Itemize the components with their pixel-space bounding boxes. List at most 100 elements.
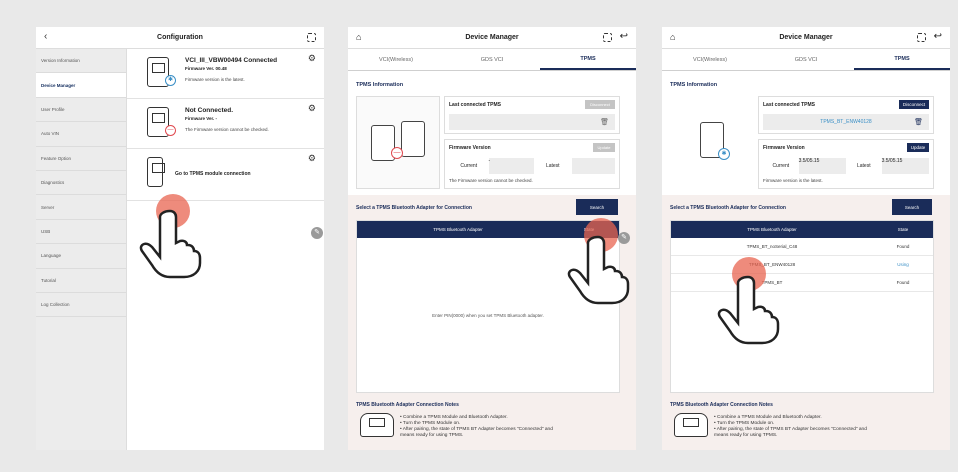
tpms-device-image: — [356,96,440,189]
adapter-state: Using [897,262,909,267]
disconnect-button[interactable]: Disconnect [899,100,929,109]
sidebar-item-server[interactable]: Server [36,195,126,220]
adapter-section: Select a TPMS Bluetooth Adapter for Conn… [662,195,950,450]
search-button[interactable]: Search [576,199,618,215]
tab-bar: VCI(Wireless) GDS VCI TPMS [662,49,950,71]
vci-device-card[interactable]: ✱ VCI_III_VBW00494 Connected Firmware Ve… [127,49,324,99]
bluetooth-icon: ✱ [165,75,176,86]
col-adapter: TPMS Bluetooth Adapter [433,227,483,232]
select-adapter-label: Select a TPMS Bluetooth Adapter for Conn… [670,205,786,211]
trash-icon[interactable]: 🗑 [914,118,923,126]
select-adapter-label: Select a TPMS Bluetooth Adapter for Conn… [356,205,472,211]
latest-value: 3.5/05.15 [881,158,929,174]
tpms-status-title: Not Connected. [185,107,234,114]
current-label: Current [460,163,478,169]
page-title: Device Manager [779,34,833,41]
sidebar-item-tutorial[interactable]: Tutorial [36,269,126,293]
disconnect-button[interactable]: Disconnect [585,100,615,109]
last-connected-label: Last connected TPMS [763,102,815,108]
current-label: Current [772,163,790,169]
latest-label: Latest [545,163,560,169]
vci-name: VCI_III_VBW00494 Connected [185,57,278,64]
sidebar-item-user-profile[interactable]: User Profile [36,98,126,123]
notes-title: TPMS Bluetooth Adapter Connection Notes [356,402,459,408]
trash-icon[interactable]: 🗑 [600,118,609,126]
scan-icon[interactable] [917,33,926,42]
car-icon [674,413,708,437]
firmware-label: Firmware Version [449,145,491,151]
col-state: State [897,227,909,232]
adapter-name: TPMS_BT_noSerial_C48 [746,244,798,249]
adapter-state: Found [896,280,910,285]
vci-firmware: Firmware Ver. 00.48 [185,66,227,71]
table-row[interactable]: TPMS_BT_noSerial_C48 Found [671,238,933,256]
vci-status: Firmware version is the latest. [185,77,245,82]
goto-tpms-link[interactable]: Go to TPMS module connection [175,171,251,177]
back-icon[interactable]: ‹ [44,31,47,42]
gear-icon[interactable]: ⚙ [308,153,316,164]
firmware-row: Current 3.5/05.15 Latest 3.5/05.15 [763,158,929,174]
scan-icon[interactable] [603,33,612,42]
update-button[interactable]: Update [907,143,929,152]
hand-pointer-icon [132,205,202,280]
notes-title: TPMS Bluetooth Adapter Connection Notes [670,402,773,408]
tab-vci-wireless[interactable]: VCI(Wireless) [662,49,758,70]
tab-gds-vci[interactable]: GDS VCI [758,49,854,70]
tpms-device-image: ✱ [670,96,754,189]
latest-label: Latest [856,163,871,169]
bluetooth-icon: ✱ [718,148,730,160]
latest-value [571,158,615,174]
note-line: means ready for using TPMS. [400,433,464,438]
gear-icon[interactable]: ⚙ [308,103,316,114]
search-button[interactable]: Search [892,199,932,215]
configuration-screen: ‹ Configuration Version Information Devi… [36,27,324,450]
gear-icon[interactable]: ⚙ [308,53,316,64]
disconnected-icon: — [165,125,176,136]
home-icon[interactable]: ⌂ [356,32,361,42]
connection-notes: • Combine a TPMS Module and Bluetooth Ad… [714,415,867,439]
last-connected-box: Last connected TPMS Disconnect 🗑 [444,96,620,134]
current-value: 3.5/05.15 [798,158,846,174]
tpms-connect-card[interactable]: Go to TPMS module connection ⚙ [127,149,324,201]
tpms-device-card[interactable]: — Not Connected. Firmware Ver. - The Fir… [127,99,324,149]
firmware-label: Firmware Version [763,145,805,151]
hand-pointer-icon [710,271,780,346]
page-title: Device Manager [465,34,519,41]
adapter-state: Found [896,244,910,249]
device-manager-screen-disconnected: ⌂ Device Manager ↩ VCI(Wireless) GDS VCI… [348,27,636,450]
last-connected-label: Last connected TPMS [449,102,501,108]
update-button[interactable]: Update [593,143,615,152]
sidebar-item-feature-option[interactable]: Feature Option [36,147,126,171]
sidebar-item-language[interactable]: Language [36,244,126,269]
edit-icon[interactable]: ✎ [311,227,323,239]
exit-icon[interactable]: ↩ [934,31,942,42]
home-icon[interactable]: ⌂ [670,32,675,42]
tpms-firmware: Firmware Ver. - [185,116,218,121]
sidebar-item-auto-vin[interactable]: Auto VIN [36,122,126,147]
device-manager-screen-connected: ⌂ Device Manager ↩ VCI(Wireless) GDS VCI… [662,27,950,450]
sidebar-item-device-manager[interactable]: Device Manager [36,73,126,98]
page-title: Configuration [157,34,203,41]
sidebar-item-version[interactable]: Version Information [36,49,126,74]
last-connected-value: TPMS_BT_ENW40128 🗑 [763,114,929,130]
scan-icon[interactable] [307,33,316,42]
sidebar-item-usb[interactable]: USB [36,220,126,245]
exit-icon[interactable]: ↩ [620,31,628,42]
tab-vci-wireless[interactable]: VCI(Wireless) [348,49,444,70]
last-connected-box: Last connected TPMS Disconnect TPMS_BT_E… [758,96,934,134]
firmware-note: Firmware version is the latest. [763,178,823,183]
firmware-box: Firmware Version Update Current 3.5/05.1… [758,139,934,189]
firmware-box: Firmware Version Update Current - Latest… [444,139,620,189]
top-bar: ⌂ Device Manager ↩ [662,27,950,49]
sidebar-item-diagnostics[interactable]: Diagnostics [36,171,126,196]
tab-tpms[interactable]: TPMS [540,49,636,70]
sidebar-item-log-collection[interactable]: Log Collection [36,293,126,318]
connection-notes: • Combine a TPMS Module and Bluetooth Ad… [400,415,553,439]
tpms-module-image [147,157,165,187]
tpms-info-title: TPMS Information [356,82,404,88]
tab-tpms[interactable]: TPMS [854,49,950,70]
top-bar: ⌂ Device Manager ↩ [348,27,636,49]
adapter-name: TPMS_BT_ENW40128 [748,262,796,267]
tab-gds-vci[interactable]: GDS VCI [444,49,540,70]
last-connected-value: 🗑 [449,114,615,130]
